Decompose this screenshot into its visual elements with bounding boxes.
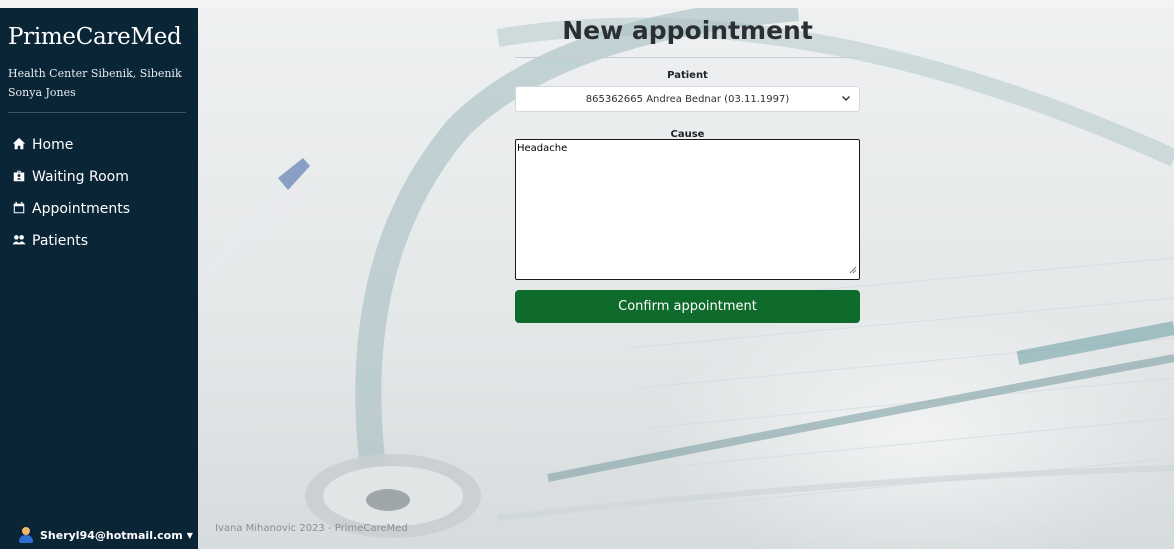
page-title: New appointment [562,16,813,45]
patient-select[interactable]: 865362665 Andrea Bednar (03.11.1997) [515,86,860,112]
health-center-name: Health Center Sibenik, Sibenik [8,67,182,80]
app-brand[interactable]: PrimeCareMed [8,24,182,50]
account-email: Sheryl94@hotmail.com [40,528,183,542]
avatar [18,527,34,543]
sidebar-item-label: Waiting Room [32,169,129,185]
sidebar-item-waiting-room[interactable]: Waiting Room [12,161,130,193]
sidebar-item-home[interactable]: Home [12,129,130,161]
sidebar-item-label: Home [32,137,74,153]
sidebar-item-label: Appointments [32,201,131,217]
sidebar-item-patients[interactable]: Patients [12,225,130,257]
sidebar-item-appointments[interactable]: Appointments [12,193,130,225]
user-name: Sonya Jones [8,86,76,99]
patient-label: Patient [667,70,708,81]
home-icon [12,137,28,153]
account-menu[interactable]: Sheryl94@hotmail.com ▼ [18,527,193,543]
resize-grip-icon[interactable] [849,266,857,274]
sidebar-divider [8,112,186,113]
calendar-icon [12,201,28,217]
sidebar: PrimeCareMed Health Center Sibenik, Sibe… [0,8,198,549]
patient-selected-value: 865362665 Andrea Bednar (03.11.1997) [585,93,790,105]
title-divider [515,57,860,58]
chevron-down-icon [842,96,850,101]
users-icon [12,233,28,249]
sidebar-item-label: Patients [32,233,89,249]
caret-down-icon: ▼ [186,530,193,540]
waiting-room-icon [12,169,28,185]
main-content: New appointment Patient 865362665 Andrea… [198,8,1174,549]
cause-textarea[interactable]: Headache [515,139,860,280]
sidebar-nav: Home Waiting Room Appointments Patients [12,129,130,257]
confirm-appointment-button[interactable]: Confirm appointment [515,290,860,323]
footer-text: Ivana Mihanovic 2023 - PrimeCareMed [215,523,408,534]
